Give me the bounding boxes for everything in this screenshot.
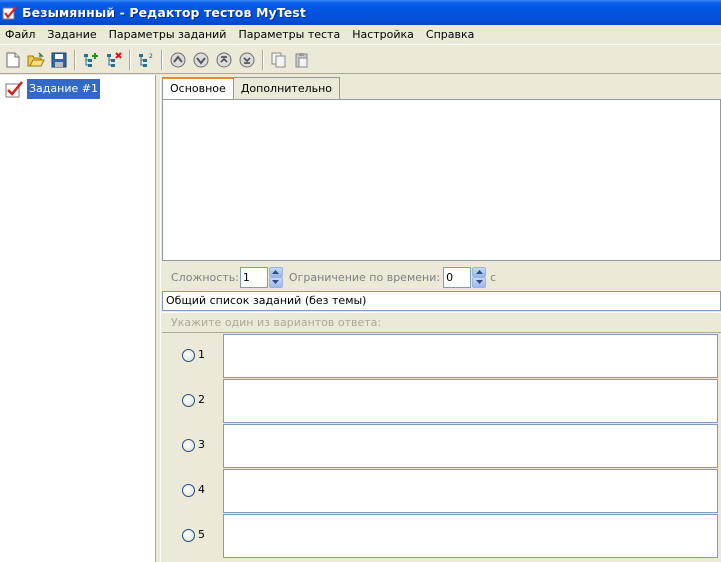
answer-row: 1 xyxy=(162,333,721,378)
copy-icon[interactable] xyxy=(269,49,289,71)
answer-row: 3 xyxy=(162,423,721,468)
toolbar: 2 xyxy=(0,46,721,74)
open-folder-icon[interactable] xyxy=(26,49,46,71)
menu-task-params[interactable]: Параметры заданий xyxy=(104,25,234,45)
answers-panel: 1 2 3 4 5 xyxy=(162,332,721,562)
spin-down-icon[interactable] xyxy=(472,277,487,288)
tab-strip: Основное Дополнительно xyxy=(162,77,341,99)
menu-task[interactable]: Задание xyxy=(42,25,103,45)
tab-main[interactable]: Основное xyxy=(162,77,234,99)
spin-down-icon[interactable] xyxy=(268,277,283,288)
time-limit-stepper[interactable]: 0 xyxy=(443,266,487,288)
app-icon xyxy=(2,5,17,19)
save-icon[interactable] xyxy=(49,49,69,71)
answer-text-field[interactable] xyxy=(223,424,718,468)
toolbar-separator xyxy=(74,49,76,70)
answer-radio[interactable] xyxy=(182,394,195,407)
answer-number: 1 xyxy=(198,348,205,361)
title-bar: Безымянный - Редактор тестов MyTest xyxy=(0,0,721,25)
move-up-icon[interactable] xyxy=(168,49,188,71)
time-limit-input[interactable]: 0 xyxy=(443,266,472,288)
answer-row: 2 xyxy=(162,378,721,423)
move-first-icon[interactable] xyxy=(214,49,234,71)
toolbar-separator xyxy=(161,49,163,70)
answer-text-field[interactable] xyxy=(223,334,718,378)
question-editor[interactable] xyxy=(162,99,721,261)
answer-radio[interactable] xyxy=(182,529,195,542)
difficulty-label: Сложность: xyxy=(171,270,239,284)
answer-text-field[interactable] xyxy=(223,469,718,513)
menu-settings[interactable]: Настройка xyxy=(347,25,421,45)
task-tree[interactable]: Задание #1 xyxy=(0,75,156,562)
new-document-icon[interactable] xyxy=(3,49,23,71)
answers-hint: Укажите один из вариантов ответа: xyxy=(162,312,721,332)
answer-number: 3 xyxy=(198,438,205,451)
spin-up-icon[interactable] xyxy=(268,266,283,277)
toolbar-separator xyxy=(129,49,131,70)
delete-task-icon[interactable] xyxy=(104,49,124,71)
move-down-icon[interactable] xyxy=(191,49,211,71)
answer-radio[interactable] xyxy=(182,484,195,497)
tree-item-label: Задание #1 xyxy=(27,79,100,99)
time-unit-label: с xyxy=(490,270,497,284)
menu-test-params[interactable]: Параметры теста xyxy=(233,25,347,45)
topic-select[interactable]: Общий список заданий (без темы) xyxy=(162,291,721,311)
task-list-icon[interactable]: 2 xyxy=(136,49,156,71)
add-task-icon[interactable] xyxy=(81,49,101,71)
menu-help[interactable]: Справка xyxy=(421,25,481,45)
toolbar-separator xyxy=(262,49,264,70)
menu-bar: Файл Задание Параметры заданий Параметры… xyxy=(0,25,721,45)
answer-radio[interactable] xyxy=(182,349,195,362)
menu-file[interactable]: Файл xyxy=(0,25,42,45)
difficulty-input[interactable]: 1 xyxy=(239,266,268,288)
time-limit-label: Ограничение по времени: xyxy=(288,270,441,284)
answer-number: 2 xyxy=(198,393,205,406)
task-check-icon xyxy=(5,81,23,98)
answer-text-field[interactable] xyxy=(223,514,718,558)
paste-icon[interactable] xyxy=(292,49,312,71)
difficulty-stepper[interactable]: 1 xyxy=(239,266,283,288)
window-title: Безымянный - Редактор тестов MyTest xyxy=(22,5,306,20)
spin-up-icon[interactable] xyxy=(472,266,487,277)
answer-row: 4 xyxy=(162,468,721,513)
params-row: Сложность: 1 Ограничение по времени: 0 с xyxy=(162,266,721,288)
tab-additional[interactable]: Дополнительно xyxy=(232,77,341,99)
answer-row: 5 xyxy=(162,513,721,558)
svg-text:2: 2 xyxy=(149,53,153,60)
tree-item-task-1[interactable]: Задание #1 xyxy=(4,79,100,99)
answer-radio[interactable] xyxy=(182,439,195,452)
move-last-icon[interactable] xyxy=(237,49,257,71)
answer-number: 5 xyxy=(198,528,205,541)
panel-splitter[interactable] xyxy=(156,75,161,562)
answer-text-field[interactable] xyxy=(223,379,718,423)
answer-number: 4 xyxy=(198,483,205,496)
